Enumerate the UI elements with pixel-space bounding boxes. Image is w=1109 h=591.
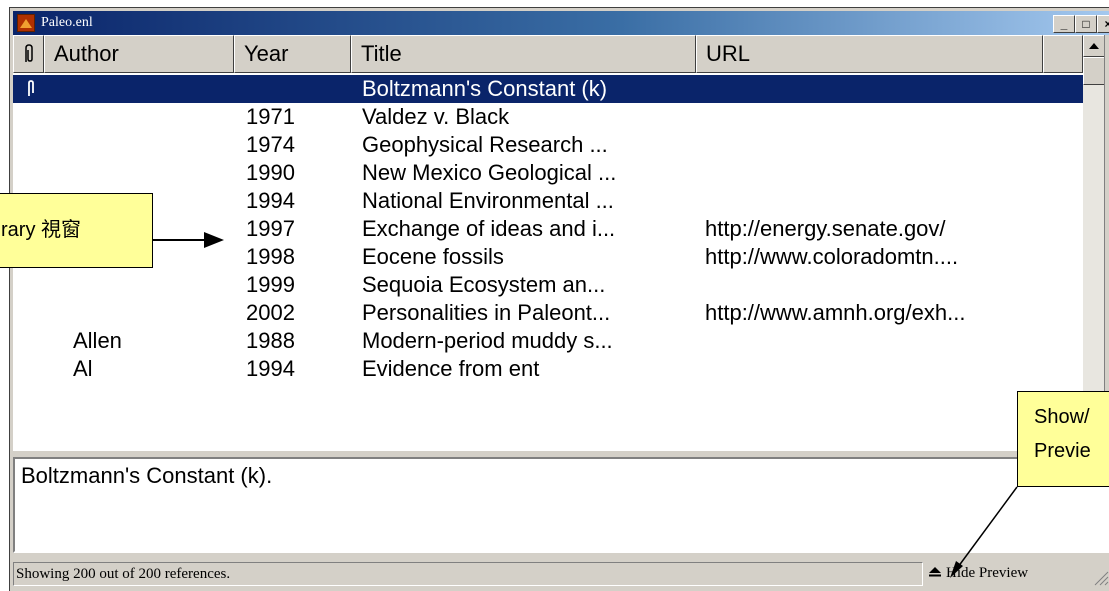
endnote-library-window: Paleo.enl _ □ × Author Year Title URL Bo… bbox=[9, 7, 1109, 591]
cell-year: 2002 bbox=[246, 300, 295, 325]
table-row[interactable]: 1999 Sequoia Ecosystem an... bbox=[13, 271, 1083, 299]
cell-title: Evidence from ent bbox=[362, 356, 540, 381]
table-row[interactable]: 1994 National Environmental ... bbox=[13, 187, 1083, 215]
cell-title: Modern-period muddy s... bbox=[362, 328, 613, 353]
cell-year: 1990 bbox=[246, 160, 295, 185]
cell-title: Eocene fossils bbox=[362, 244, 504, 269]
cell-year: 1998 bbox=[246, 244, 295, 269]
library-callout-text: rary 視窗 bbox=[1, 219, 81, 241]
cell-title: Sequoia Ecosystem an... bbox=[362, 272, 606, 297]
show-preview-callout: Show/ Previe bbox=[1017, 391, 1109, 487]
close-button[interactable]: × bbox=[1097, 15, 1109, 33]
table-row[interactable]: 1974 Geophysical Research ... bbox=[13, 131, 1083, 159]
attachment-icon bbox=[26, 78, 36, 106]
cell-title: New Mexico Geological ... bbox=[362, 160, 617, 185]
table-row[interactable]: 1990 New Mexico Geological ... bbox=[13, 159, 1083, 187]
cell-title: Exchange of ideas and i... bbox=[362, 216, 616, 241]
column-header-year[interactable]: Year bbox=[234, 35, 351, 73]
cell-title: Personalities in Paleont... bbox=[362, 300, 611, 325]
callout-arrow-line bbox=[153, 239, 208, 241]
cell-year: 1997 bbox=[246, 216, 295, 241]
cell-author: Al bbox=[73, 356, 93, 381]
column-header-author[interactable]: Author bbox=[44, 35, 234, 73]
preview-pane[interactable]: Boltzmann's Constant (k). bbox=[13, 457, 1109, 553]
cell-url: http://energy.senate.gov/ bbox=[705, 216, 946, 241]
column-header-url[interactable]: URL bbox=[696, 35, 1043, 73]
status-bar: Showing 200 out of 200 references. Hide … bbox=[13, 559, 1109, 589]
status-text: Showing 200 out of 200 references. bbox=[13, 562, 923, 586]
minimize-button[interactable]: _ bbox=[1053, 15, 1075, 33]
scroll-thumb[interactable] bbox=[1083, 57, 1104, 85]
cell-author: Allen bbox=[73, 328, 122, 353]
cell-year: 1971 bbox=[246, 104, 295, 129]
cell-title: Valdez v. Black bbox=[362, 104, 510, 129]
vertical-scrollbar[interactable] bbox=[1083, 35, 1104, 451]
library-window-callout: rary 視窗 bbox=[0, 193, 153, 268]
column-headers: Author Year Title URL bbox=[13, 35, 1083, 73]
scroll-up-button[interactable] bbox=[1083, 35, 1104, 57]
table-row[interactable]: Al 1994 Evidence from ent bbox=[13, 355, 1083, 383]
hide-preview-button[interactable]: Hide Preview bbox=[928, 562, 1078, 586]
table-row[interactable]: 2002 Personalities in Paleont... http://… bbox=[13, 299, 1083, 327]
column-header-filler bbox=[1043, 35, 1083, 73]
cell-url: http://www.amnh.org/exh... bbox=[705, 300, 966, 325]
table-row[interactable]: Boltzmann's Constant (k) bbox=[13, 75, 1083, 103]
table-row[interactable]: Allen 1988 Modern-period muddy s... bbox=[13, 327, 1083, 355]
cell-title: National Environmental ... bbox=[362, 188, 614, 213]
column-header-title[interactable]: Title bbox=[351, 35, 696, 73]
show-preview-callout-line2: Previe bbox=[1034, 440, 1091, 462]
show-preview-callout-line1: Show/ bbox=[1034, 406, 1090, 428]
cell-title: Boltzmann's Constant (k) bbox=[362, 76, 608, 101]
paperclip-icon bbox=[24, 44, 33, 62]
table-row[interactable]: 1998 Eocene fossils http://www.coloradom… bbox=[13, 243, 1083, 271]
maximize-button[interactable]: □ bbox=[1075, 15, 1097, 33]
cell-url: http://www.coloradomtn.... bbox=[705, 244, 959, 269]
resize-grip-icon[interactable] bbox=[1091, 568, 1109, 586]
app-icon bbox=[17, 14, 35, 32]
triangle-up-icon bbox=[929, 567, 941, 577]
title-bar[interactable]: Paleo.enl _ □ × bbox=[13, 11, 1109, 35]
cell-year: 1988 bbox=[246, 328, 295, 353]
cell-year: 1994 bbox=[246, 356, 295, 381]
arrow-up-icon bbox=[1089, 43, 1099, 49]
cell-year: 1999 bbox=[246, 272, 295, 297]
window-title: Paleo.enl bbox=[41, 15, 93, 30]
cell-title: Geophysical Research ... bbox=[362, 132, 608, 157]
cell-year: 1994 bbox=[246, 188, 295, 213]
arrow-right-icon bbox=[204, 232, 224, 248]
column-header-attachment[interactable] bbox=[13, 35, 44, 73]
table-row[interactable]: 1971 Valdez v. Black bbox=[13, 103, 1083, 131]
reference-list[interactable]: Author Year Title URL Boltzmann's Consta… bbox=[13, 35, 1105, 451]
preview-text: Boltzmann's Constant (k). bbox=[21, 463, 273, 488]
hide-preview-label: Hide Preview bbox=[946, 565, 1029, 581]
cell-year: 1974 bbox=[246, 132, 295, 157]
